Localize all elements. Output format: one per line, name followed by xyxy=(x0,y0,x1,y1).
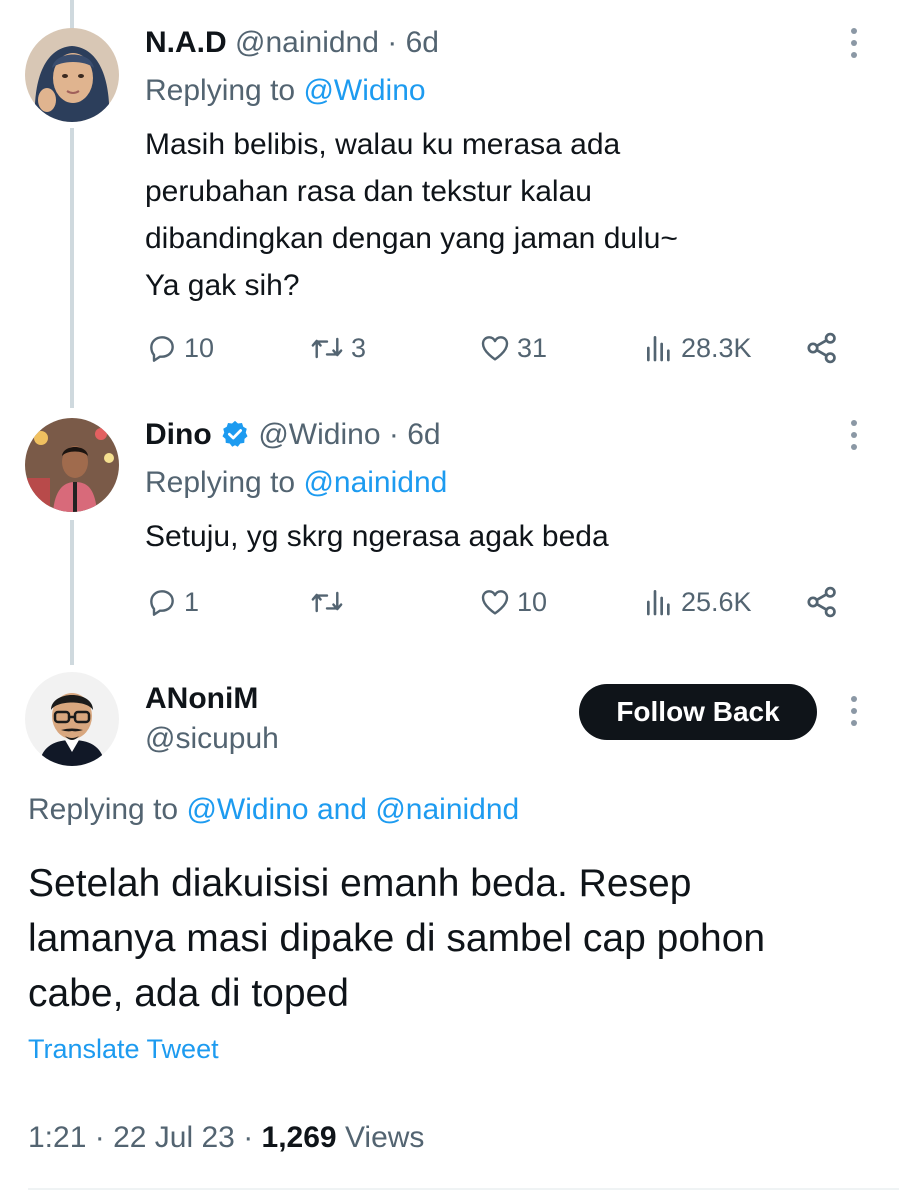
views-label: Views xyxy=(344,1121,425,1154)
tweet-text-line: Setelah diakuisisi emanh beda. Resep xyxy=(28,862,692,905)
tweet-time[interactable]: 6d xyxy=(406,26,439,59)
retweet-button[interactable]: 3 xyxy=(309,328,366,368)
views-icon xyxy=(647,336,670,362)
like-icon xyxy=(481,590,509,615)
thread-line xyxy=(70,128,74,408)
more-icon[interactable] xyxy=(842,415,866,455)
thread-line xyxy=(70,520,74,665)
avatar[interactable] xyxy=(25,28,119,122)
avatar[interactable] xyxy=(25,418,119,512)
divider xyxy=(28,1188,899,1190)
tweet-text: Setuju, yg skrg ngerasa agak beda xyxy=(145,513,609,560)
avatar[interactable] xyxy=(25,672,119,766)
views-count: 28.3K xyxy=(681,332,752,363)
separator: · xyxy=(388,418,399,451)
reply-and: and xyxy=(316,793,367,826)
tweet-time[interactable]: 6d xyxy=(407,418,440,451)
tweet-meta: 1:21 · 22 Jul 23 · 1,269 Views xyxy=(28,1121,424,1155)
replying-to-label: Replying to xyxy=(145,466,296,499)
tweet-text-line: Ya gak sih? xyxy=(145,269,300,302)
replying-to: Replying to @Widino xyxy=(145,73,426,109)
share-button[interactable] xyxy=(804,328,840,368)
display-name[interactable]: Dino xyxy=(145,418,212,451)
retweet-count: 3 xyxy=(351,332,367,363)
tweet-header: Dino @Widino · 6d xyxy=(145,417,441,453)
reply-count: 1 xyxy=(184,586,200,617)
separator: · xyxy=(387,26,398,59)
tweet-text-line: cabe, ada di toped xyxy=(28,972,349,1015)
reply-mention[interactable]: @Widino xyxy=(303,74,425,107)
tweet-text: Masih belibis, walau ku merasa ada perub… xyxy=(145,121,678,309)
more-icon[interactable] xyxy=(842,23,866,63)
replying-to: Replying to @Widino and @nainidnd xyxy=(28,792,519,828)
tweet-date[interactable]: 22 Jul 23 xyxy=(113,1121,235,1154)
follow-back-button[interactable]: Follow Back xyxy=(579,684,817,740)
reply-mention[interactable]: @nainidnd xyxy=(375,793,519,826)
tweet-header: N.A.D @nainidnd · 6d xyxy=(145,25,439,61)
display-name[interactable]: N.A.D xyxy=(145,26,227,59)
reply-mention[interactable]: @Widino xyxy=(186,793,308,826)
replying-to-label: Replying to xyxy=(145,74,296,107)
verified-badge-icon xyxy=(222,420,248,447)
share-button[interactable] xyxy=(804,582,840,622)
views-count: 1,269 xyxy=(261,1121,337,1154)
like-icon xyxy=(481,336,509,361)
reply-mention[interactable]: @nainidnd xyxy=(303,466,447,499)
tweet-time[interactable]: 1:21 xyxy=(28,1121,86,1154)
retweet-icon xyxy=(311,591,343,613)
separator: · xyxy=(94,1121,105,1154)
retweet-button[interactable] xyxy=(309,582,351,622)
separator: · xyxy=(243,1121,254,1154)
views-button[interactable]: 28.3K xyxy=(643,328,752,368)
more-icon[interactable] xyxy=(842,691,866,731)
user-handle[interactable]: @sicupuh xyxy=(145,722,279,756)
tweet-text-line: dibandingkan dengan yang jaman dulu~ xyxy=(145,222,678,255)
share-icon xyxy=(807,332,836,364)
share-icon xyxy=(807,586,836,618)
user-handle[interactable]: @Widino xyxy=(258,418,380,451)
views-count: 25.6K xyxy=(681,586,752,617)
like-button[interactable]: 10 xyxy=(479,582,547,622)
display-name[interactable]: ANoniM xyxy=(145,682,258,716)
tweet-text-line: lamanya masi dipake di sambel cap pohon xyxy=(28,917,766,960)
tweet-text-line: Setuju, yg skrg ngerasa agak beda xyxy=(145,520,609,553)
replying-to: Replying to @nainidnd xyxy=(145,465,447,501)
user-handle[interactable]: @nainidnd xyxy=(235,26,379,59)
retweet-icon xyxy=(311,337,343,359)
views-button[interactable]: 25.6K xyxy=(643,582,752,622)
tweet-text-line: perubahan rasa dan tekstur kalau xyxy=(145,175,592,208)
like-count: 31 xyxy=(517,332,548,363)
like-count: 10 xyxy=(517,586,548,617)
reply-button[interactable]: 1 xyxy=(146,582,199,622)
thread-line xyxy=(70,0,74,30)
reply-count: 10 xyxy=(184,332,215,363)
reply-icon xyxy=(150,336,174,362)
reply-icon xyxy=(150,590,174,616)
translate-tweet-link[interactable]: Translate Tweet xyxy=(28,1034,219,1065)
main-tweet-text: Setelah diakuisisi emanh beda. Resep lam… xyxy=(28,856,878,1021)
tweet-text-line: Masih belibis, walau ku merasa ada xyxy=(145,128,621,161)
views-icon xyxy=(647,590,670,616)
reply-button[interactable]: 10 xyxy=(146,328,214,368)
like-button[interactable]: 31 xyxy=(479,328,547,368)
replying-to-label: Replying to xyxy=(28,793,179,826)
